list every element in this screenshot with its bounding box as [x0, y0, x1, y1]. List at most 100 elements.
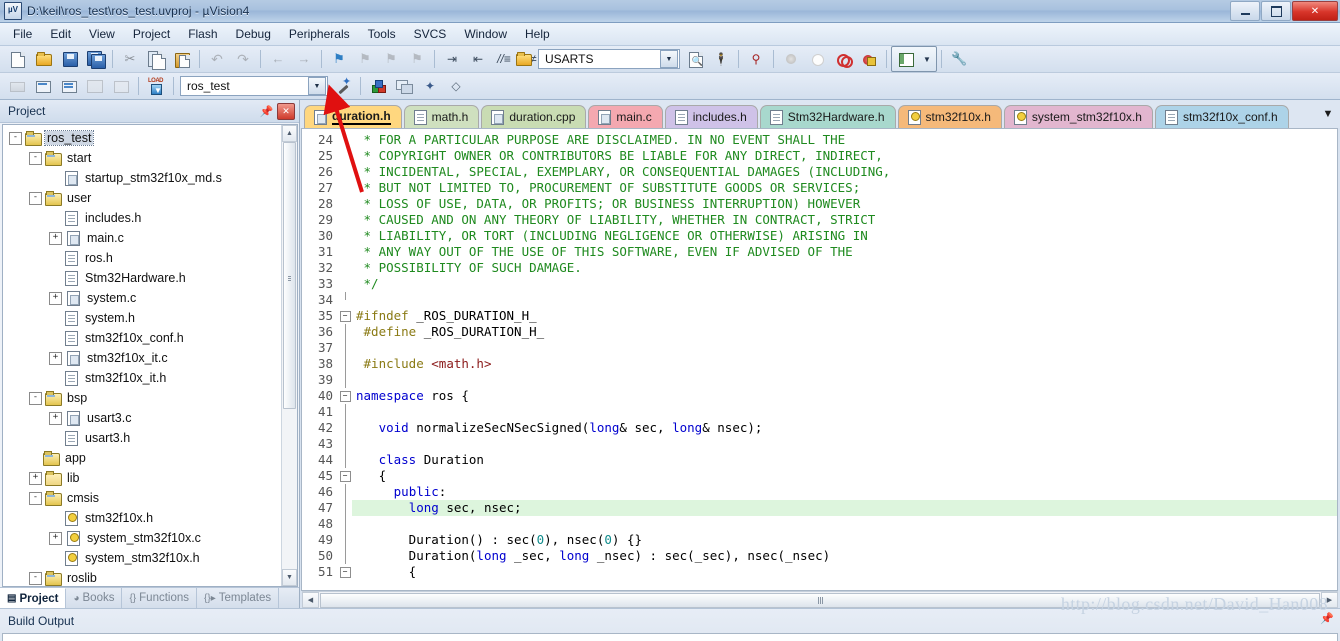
minimize-button[interactable] — [1230, 1, 1260, 21]
panel-tab-functions[interactable]: {} Functions — [122, 588, 198, 608]
project-tree[interactable]: - ros_test - start startup_stm32f10x_md.s - us… — [3, 125, 281, 586]
editor-tab-includes-h[interactable]: includes.h — [664, 105, 758, 128]
insert-bookmark-button[interactable]: ⚑ — [327, 47, 351, 71]
tree-item[interactable]: usart3.h — [3, 428, 281, 448]
menu-item-edit[interactable]: Edit — [41, 24, 80, 44]
tree-item[interactable]: + stm32f10x_it.c — [3, 348, 281, 368]
fold-toggle-icon[interactable]: − — [338, 468, 352, 484]
menu-item-file[interactable]: File — [4, 24, 41, 44]
collapse-toggle-icon[interactable]: - — [29, 191, 42, 205]
collapse-toggle-icon[interactable]: - — [29, 491, 42, 505]
cut-button[interactable]: ✂ — [118, 47, 142, 71]
menu-item-svcs[interactable]: SVCS — [405, 24, 456, 44]
menu-item-flash[interactable]: Flash — [179, 24, 226, 44]
multi-project-button[interactable] — [392, 74, 416, 98]
collapse-toggle-icon[interactable]: - — [29, 391, 42, 405]
scroll-down-arrow[interactable]: ▼ — [282, 569, 297, 586]
stop-build-button[interactable] — [109, 74, 133, 98]
tree-item[interactable]: includes.h — [3, 208, 281, 228]
tree-item[interactable]: Stm32Hardware.h — [3, 268, 281, 288]
tree-item[interactable]: startup_stm32f10x_md.s — [3, 168, 281, 188]
batch-build-button[interactable] — [83, 74, 107, 98]
collapse-toggle-icon[interactable]: - — [29, 571, 42, 585]
target-select[interactable]: ros_test ▼ — [180, 76, 328, 96]
tree-item[interactable]: + usart3.c — [3, 408, 281, 428]
prev-bookmark-button[interactable]: ⚑ — [353, 47, 377, 71]
find-next-button[interactable]: 🕴 — [709, 47, 733, 71]
collapse-toggle-icon[interactable]: - — [29, 151, 42, 165]
tree-item[interactable]: - bsp — [3, 388, 281, 408]
tree-item[interactable]: system.h — [3, 308, 281, 328]
scroll-thumb[interactable] — [283, 142, 296, 409]
build-target-button[interactable] — [31, 74, 55, 98]
tree-item[interactable]: app — [3, 448, 281, 468]
panel-tab-templates[interactable]: {}▸ Templates — [197, 588, 280, 608]
manage-components-button[interactable] — [366, 74, 390, 98]
tree-item[interactable]: + system_stm32f10x.c — [3, 528, 281, 548]
expand-toggle-icon[interactable]: + — [49, 351, 62, 365]
tree-item[interactable]: stm32f10x_conf.h — [3, 328, 281, 348]
disable-breakpoints-button[interactable] — [857, 47, 881, 71]
save-button[interactable] — [57, 47, 81, 71]
panel-tab-project[interactable]: ▤ Project — [0, 588, 67, 608]
browse-symbol-button[interactable]: ⚲ — [744, 47, 768, 71]
clear-bookmarks-button[interactable]: ⚑ — [405, 47, 429, 71]
tree-item[interactable]: + system.c — [3, 288, 281, 308]
indent-button[interactable]: ⇥ — [440, 47, 464, 71]
find-in-files-button[interactable]: 🔍 — [683, 47, 707, 71]
configuration-wizard-button[interactable]: 🔧 — [947, 47, 971, 71]
fold-toggle-icon[interactable]: − — [338, 388, 352, 404]
tree-item[interactable]: ros.h — [3, 248, 281, 268]
redo-button[interactable]: ↷ — [231, 47, 255, 71]
menu-item-project[interactable]: Project — [124, 24, 179, 44]
fold-toggle-icon[interactable]: − — [338, 564, 352, 580]
tree-item[interactable]: system_stm32f10x.h — [3, 548, 281, 568]
menu-item-tools[interactable]: Tools — [359, 24, 405, 44]
find-combo[interactable]: USARTS ▼ — [538, 49, 680, 69]
tree-item[interactable]: - roslib — [3, 568, 281, 586]
expand-toggle-icon[interactable]: + — [49, 531, 62, 545]
open-file-button[interactable] — [31, 47, 55, 71]
editor-horizontal-scrollbar[interactable]: ◀ ▶ — [302, 591, 1338, 608]
tree-item[interactable]: stm32f10x.h — [3, 508, 281, 528]
editor-tab-stm32f10x-h[interactable]: stm32f10x.h — [897, 105, 1002, 128]
build-file-button[interactable] — [5, 74, 29, 98]
project-window-dropdown[interactable]: ▼ — [920, 47, 934, 71]
editor-tab-system-stm32f10x-h[interactable]: system_stm32f10x.h — [1003, 105, 1153, 128]
chevron-down-icon[interactable]: ▼ — [308, 77, 326, 95]
tree-item[interactable]: - user — [3, 188, 281, 208]
expand-toggle-icon[interactable]: + — [49, 291, 62, 305]
target-options-button[interactable] — [331, 74, 355, 98]
build-output-text[interactable] — [2, 633, 1338, 641]
code-editor[interactable]: 24 25 26 27 28 29 30 31 32 33 34 35 36 37 38 39 40 41 42 43… — [301, 128, 1338, 591]
navigate-back-button[interactable]: ← — [266, 47, 290, 71]
editor-tab-duration-h[interactable]: duration.h — [304, 105, 402, 128]
tree-item[interactable]: - start — [3, 148, 281, 168]
browse-folder-button[interactable] — [511, 47, 535, 71]
pin-icon[interactable]: 📌 — [259, 104, 274, 119]
chevron-down-icon[interactable]: ▼ — [660, 50, 678, 68]
chevron-down-icon[interactable]: ▼ — [1320, 108, 1336, 120]
paste-button[interactable] — [170, 47, 194, 71]
next-bookmark-button[interactable]: ⚑ — [379, 47, 403, 71]
breakpoint-gray-button[interactable] — [779, 47, 803, 71]
kill-breakpoints-button[interactable] — [831, 47, 855, 71]
tree-item[interactable]: - ros_test — [3, 128, 281, 148]
code-text-area[interactable]: * FOR A PARTICULAR PURPOSE ARE DISCLAIME… — [352, 129, 1337, 590]
project-tree-scrollbar[interactable]: ▲ ▼ — [281, 125, 297, 586]
new-file-button[interactable] — [5, 47, 29, 71]
rebuild-all-button[interactable] — [57, 74, 81, 98]
editor-tab-duration-cpp[interactable]: duration.cpp — [481, 105, 587, 128]
menu-item-view[interactable]: View — [80, 24, 124, 44]
project-window-toggle[interactable] — [894, 47, 918, 71]
scroll-right-arrow[interactable]: ▶ — [1321, 592, 1338, 608]
editor-tab-main-c[interactable]: main.c — [588, 105, 663, 128]
editor-tab-math-h[interactable]: math.h — [403, 105, 480, 128]
expand-toggle-icon[interactable]: + — [29, 471, 42, 485]
tree-item[interactable]: + main.c — [3, 228, 281, 248]
expand-toggle-icon[interactable]: + — [49, 231, 62, 245]
save-all-button[interactable] — [83, 47, 107, 71]
download-button[interactable]: LOAD ▼ — [144, 74, 168, 98]
remove-item-button[interactable]: ✦ — [418, 74, 442, 98]
fold-toggle-icon[interactable]: − — [338, 308, 352, 324]
